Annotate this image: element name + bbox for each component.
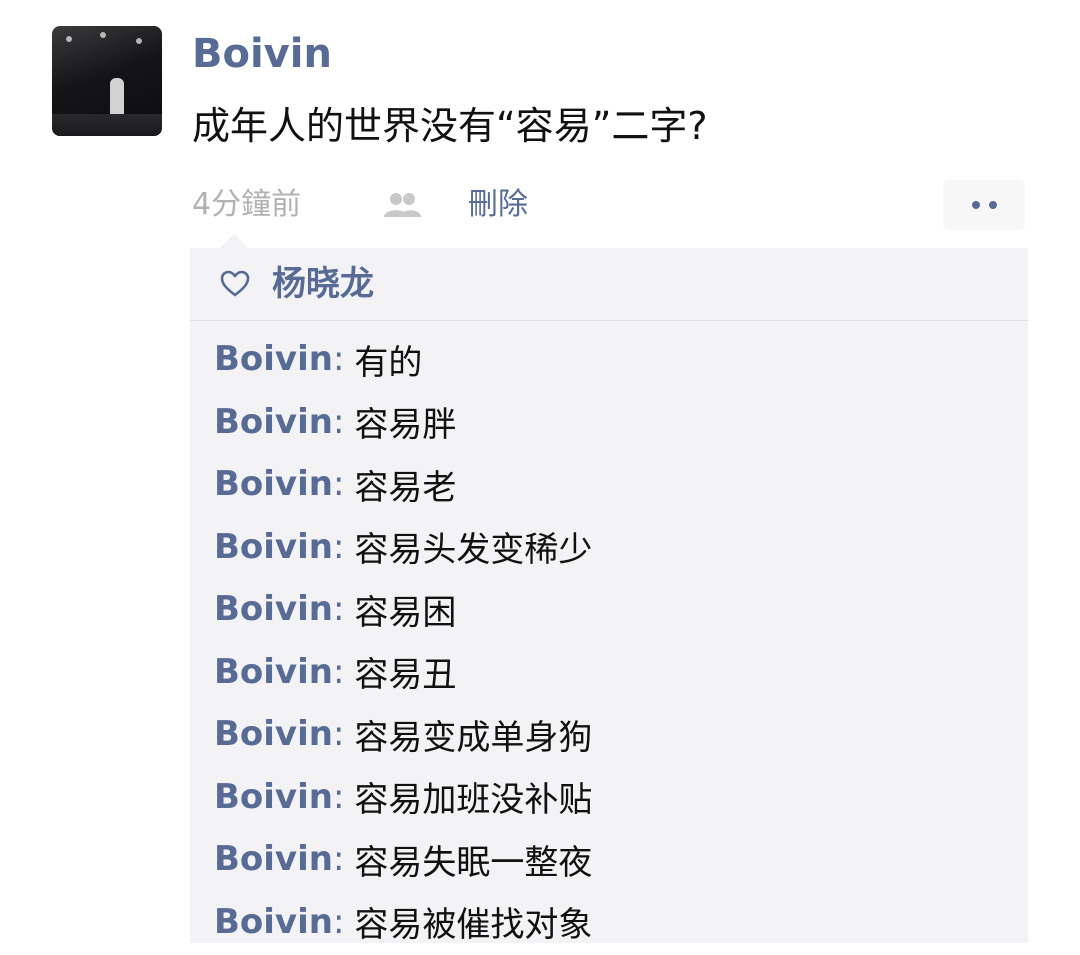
comment-author[interactable]: Boivin [214,464,333,504]
comment-separator: : [332,651,345,692]
comment-item[interactable]: Boivin: 容易老 [214,453,592,516]
comment-separator: : [332,526,345,567]
heart-icon [220,270,250,297]
comment-item[interactable]: Boivin: 容易加班没补贴 [214,766,592,829]
comment-list: Boivin: 有的 Boivin: 容易胖 Boivin: 容易老 Boivin: 容… [214,328,592,953]
comment-item[interactable]: Boivin: 容易头发变稀少 [214,516,592,579]
more-dots-button[interactable] [943,180,1025,230]
avatar[interactable] [52,26,162,136]
comment-author[interactable]: Boivin [214,652,333,692]
comment-separator: : [332,401,345,442]
comment-text: 容易困 [354,592,457,633]
avatar-figure [110,78,124,118]
comment-item[interactable]: Boivin: 容易被催找对象 [214,891,592,954]
comment-item[interactable]: Boivin: 容易胖 [214,391,592,454]
comment-author[interactable]: Boivin [214,589,333,629]
post-timestamp: 4分鐘前 [192,187,302,222]
comment-author[interactable]: Boivin [214,839,333,879]
comment-author[interactable]: Boivin [214,714,333,754]
post-text: 成年人的世界没有“容易”二字? [192,104,708,148]
comment-item[interactable]: Boivin: 容易变成单身狗 [214,703,592,766]
comment-author[interactable]: Boivin [214,527,333,567]
more-dot [971,201,980,209]
comment-author[interactable]: Boivin [214,402,333,442]
comment-author[interactable]: Boivin [214,777,333,817]
comment-box-arrow [220,234,248,248]
comment-separator: : [332,901,345,942]
avatar-light [136,38,142,44]
comment-separator: : [332,776,345,817]
comment-item[interactable]: Boivin: 有的 [214,328,592,391]
likes-name[interactable]: 杨晓龙 [272,262,374,306]
comment-author[interactable]: Boivin [214,902,333,942]
comment-box: 杨晓龙 Boivin: 有的 Boivin: 容易胖 Boivin: 容易老 Boiv… [190,234,1028,945]
comment-text: 容易胖 [354,405,457,446]
delete-link[interactable]: 刪除 [468,185,528,225]
likes-row: 杨晓龙 [190,248,1028,321]
comment-text: 容易失眠一整夜 [354,842,593,883]
avatar-light [100,32,106,38]
comment-separator: : [332,714,345,755]
comment-item[interactable]: Boivin: 容易困 [214,578,592,641]
comment-separator: : [332,839,345,880]
avatar-floor [52,114,162,136]
comment-text: 容易被催找对象 [354,905,593,946]
more-dot [988,201,997,209]
comment-text: 容易变成单身狗 [354,717,593,758]
comment-separator: : [332,589,345,630]
comment-text: 容易丑 [354,655,457,696]
comment-text: 容易头发变稀少 [354,530,593,571]
comment-author[interactable]: Boivin [214,339,333,379]
comment-separator: : [332,339,345,380]
friends-icon [384,193,421,217]
comment-text: 有的 [354,342,423,383]
comment-item[interactable]: Boivin: 容易丑 [214,641,592,704]
post-author-name[interactable]: Boivin [192,30,332,78]
comment-text: 容易加班没补贴 [354,780,593,821]
avatar-light [66,36,72,42]
comment-item[interactable]: Boivin: 容易失眠一整夜 [214,828,592,891]
comment-separator: : [332,464,345,505]
comment-text: 容易老 [354,467,457,508]
